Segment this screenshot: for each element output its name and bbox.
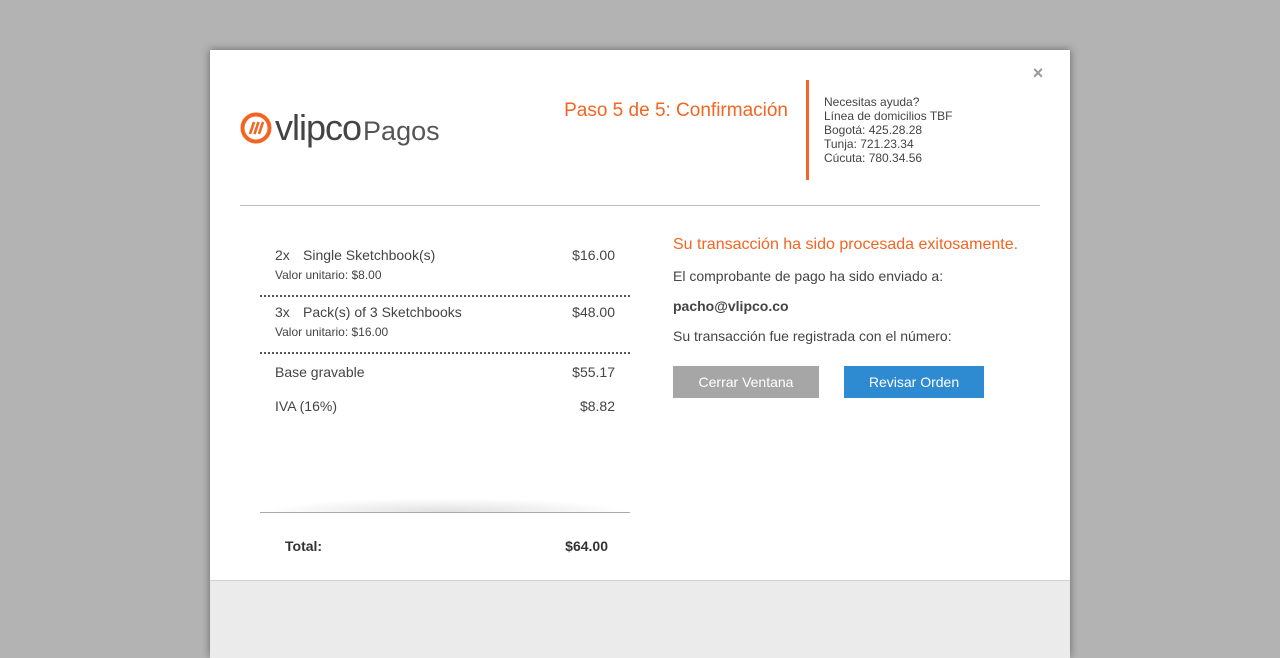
help-box: Necesitas ayuda? Línea de domicilios TBF… (824, 95, 953, 165)
transaction-number-text: Su transacción fue registrada con el núm… (673, 328, 952, 344)
total-divider (260, 512, 630, 513)
vlipco-mark-icon (240, 112, 272, 144)
item-name: Single Sketchbook(s) (303, 247, 436, 263)
help-accent-bar (806, 80, 809, 180)
total-label: Total: (285, 538, 323, 554)
item-price: $48.00 (572, 304, 615, 320)
logo-subtitle: Pagos (363, 116, 440, 146)
item-unit-price: Valor unitario: $8.00 (275, 268, 382, 282)
base-value: $55.17 (572, 364, 615, 380)
base-row: Base gravable $55.17 (260, 354, 630, 388)
total-value: $64.00 (565, 538, 608, 554)
vlipco-logo: vlipco Pagos (240, 106, 440, 150)
order-item: 2x Single Sketchbook(s) $16.00 Valor uni… (260, 240, 630, 297)
modal-footer (210, 580, 1070, 658)
header-divider (240, 205, 1040, 206)
step-title: Paso 5 de 5: Confirmación (564, 100, 788, 121)
item-qty: 2x (275, 247, 290, 263)
payment-modal: × vlipco Pagos Paso 5 de 5: Confirmación… (210, 50, 1070, 658)
receipt-sent-text: El comprobante de pago ha sido enviado a… (673, 268, 944, 284)
order-item: 3x Pack(s) of 3 Sketchbooks $48.00 Valor… (260, 297, 630, 354)
review-order-button[interactable]: Revisar Orden (844, 366, 984, 398)
help-line: Necesitas ayuda? (824, 95, 920, 109)
close-window-button[interactable]: Cerrar Ventana (673, 366, 819, 398)
iva-value: $8.82 (579, 398, 615, 414)
order-summary: 2x Single Sketchbook(s) $16.00 Valor uni… (260, 240, 630, 422)
help-line: Bogotá: 425.28.28 (824, 123, 923, 137)
item-unit-price: Valor unitario: $16.00 (275, 325, 389, 339)
help-line: Tunja: 721.23.34 (824, 137, 914, 151)
close-icon[interactable]: × (1031, 64, 1045, 82)
item-qty: 3x (275, 304, 290, 320)
iva-row: IVA (16%) $8.82 (260, 388, 630, 422)
iva-label: IVA (16%) (275, 398, 337, 414)
help-line: Cúcuta: 780.34.56 (824, 151, 923, 165)
logo-wordmark: vlipco (275, 107, 362, 148)
receipt-email: pacho@vlipco.co (673, 298, 789, 314)
success-message: Su transacción ha sido procesada exitosa… (673, 236, 1019, 253)
confirmation-panel: Su transacción ha sido procesada exitosa… (673, 235, 1053, 344)
base-label: Base gravable (275, 364, 365, 380)
item-name: Pack(s) of 3 Sketchbooks (303, 304, 462, 320)
help-line: Línea de domicilios TBF (824, 109, 953, 123)
item-price: $16.00 (572, 247, 615, 263)
total-shadow (260, 498, 630, 512)
